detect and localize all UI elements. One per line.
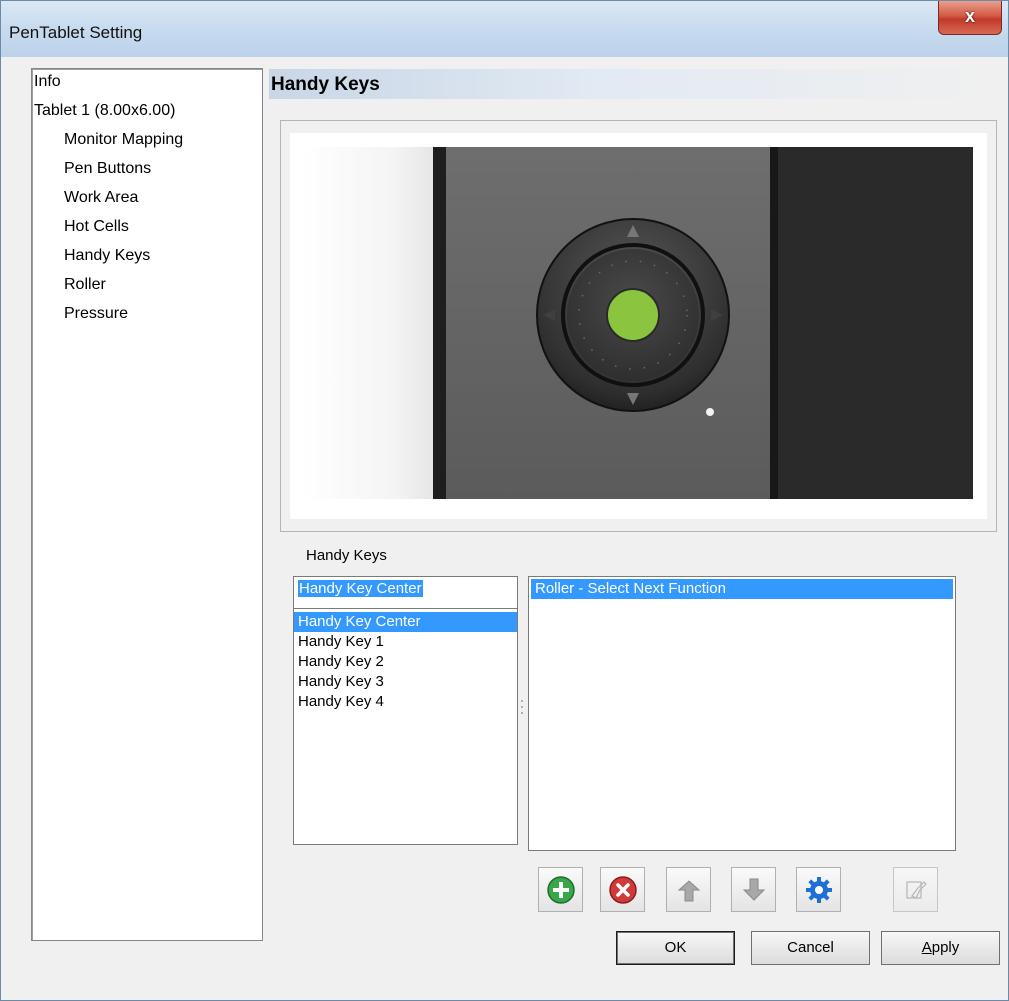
tree-item-tablet[interactable]: Tablet 1 (8.00x6.00) <box>34 102 175 120</box>
tablet-preview-frame <box>280 120 997 532</box>
functions-list[interactable]: Roller - Select Next Function <box>528 576 956 851</box>
tree-item-info[interactable]: Info <box>34 73 61 91</box>
list-item[interactable]: Handy Key 2 <box>294 652 517 672</box>
title-bar[interactable]: PenTablet Setting x <box>1 1 1008 57</box>
ok-button[interactable]: OK <box>616 931 735 965</box>
move-up-button[interactable] <box>666 867 711 912</box>
pentablet-window: PenTablet Setting x Info Tablet 1 (8.00x… <box>0 0 1009 1001</box>
cancel-button[interactable]: Cancel <box>751 931 870 965</box>
handy-key-name-field[interactable]: Handy Key Center <box>293 576 518 609</box>
list-item[interactable]: Handy Key 3 <box>294 672 517 692</box>
client-area: Info Tablet 1 (8.00x6.00) Monitor Mappin… <box>9 57 1000 994</box>
window-title: PenTablet Setting <box>9 23 143 42</box>
add-button[interactable] <box>538 867 583 912</box>
handy-key-center-indicator <box>606 288 660 342</box>
splitter-handle[interactable] <box>520 687 524 727</box>
name-field-value: Handy Key Center <box>298 580 423 597</box>
tree-item-roller[interactable]: Roller <box>64 276 106 294</box>
tablet-illustration <box>303 147 973 499</box>
tree-item-monitor-mapping[interactable]: Monitor Mapping <box>64 131 183 149</box>
arrow-down-icon <box>742 878 766 901</box>
settings-tree[interactable]: Info Tablet 1 (8.00x6.00) Monitor Mappin… <box>31 68 263 941</box>
arrow-up-icon <box>677 880 701 902</box>
status-led <box>706 408 714 416</box>
plus-circle-icon <box>547 876 575 904</box>
tree-item-pressure[interactable]: Pressure <box>64 305 128 323</box>
section-header: Handy Keys <box>269 69 1000 99</box>
hand-pointer-icon <box>906 881 927 899</box>
settings-button[interactable] <box>796 867 841 912</box>
handy-keys-label: Handy Keys <box>306 547 387 564</box>
tree-item-work-area[interactable]: Work Area <box>64 189 138 207</box>
list-item[interactable]: Handy Key 1 <box>294 632 517 652</box>
grip-dots-icon <box>521 700 523 714</box>
tree-item-pen-buttons[interactable]: Pen Buttons <box>64 160 151 178</box>
tablet-preview <box>290 133 987 519</box>
handy-keys-list[interactable]: Handy Key Center Handy Key 1 Handy Key 2… <box>293 609 518 845</box>
close-button[interactable]: x <box>938 1 1002 35</box>
list-item[interactable]: Handy Key 4 <box>294 692 517 712</box>
list-item[interactable]: Roller - Select Next Function <box>531 579 953 599</box>
tree-item-handy-keys[interactable]: Handy Keys <box>64 247 150 265</box>
page-title: Handy Keys <box>271 74 380 95</box>
x-circle-icon <box>609 876 637 904</box>
delete-button[interactable] <box>600 867 645 912</box>
tree-item-hot-cells[interactable]: Hot Cells <box>64 218 129 236</box>
edit-button[interactable] <box>893 867 938 912</box>
apply-button[interactable]: Apply <box>881 931 1000 965</box>
gear-icon <box>806 877 832 903</box>
close-icon: x <box>964 6 975 26</box>
move-down-button[interactable] <box>731 867 776 912</box>
list-item[interactable]: Handy Key Center <box>294 612 517 632</box>
